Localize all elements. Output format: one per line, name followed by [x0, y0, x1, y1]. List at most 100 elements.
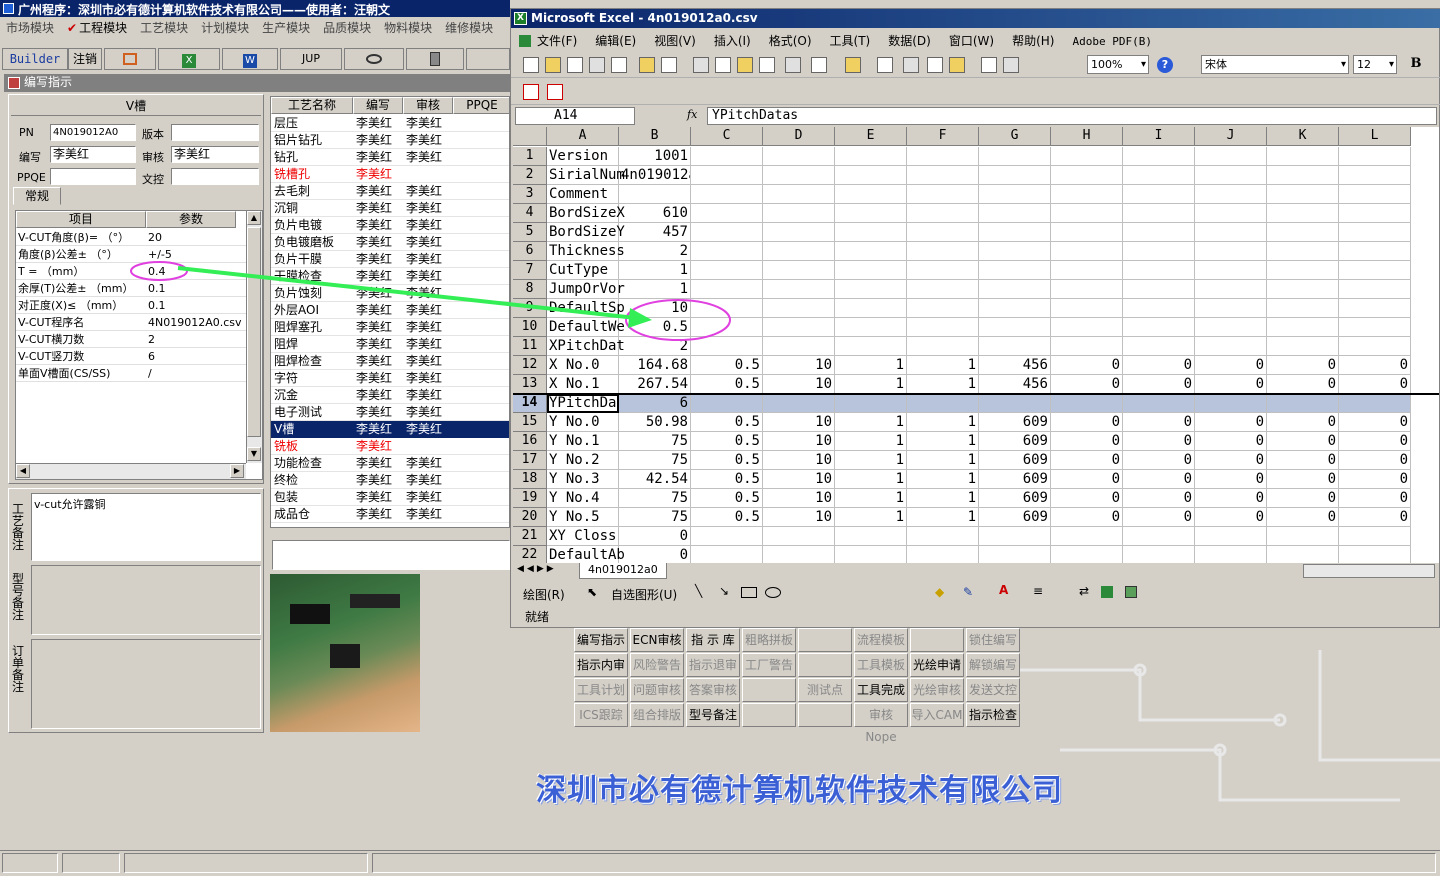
column-header[interactable]: J [1195, 127, 1267, 146]
cell[interactable]: 609 [979, 413, 1051, 432]
cell[interactable] [1051, 204, 1123, 223]
row-header[interactable]: 4 [513, 204, 547, 223]
cell[interactable] [1339, 242, 1411, 261]
process-row[interactable]: 铣槽孔 李美红 [271, 166, 509, 183]
cell[interactable] [835, 147, 907, 166]
row-header[interactable]: 19 [513, 489, 547, 508]
cell[interactable] [763, 546, 835, 563]
cell[interactable] [763, 261, 835, 280]
cell[interactable] [979, 204, 1051, 223]
cell[interactable]: XPitchDat [547, 337, 625, 356]
process-header-reviewer[interactable]: 审核 [403, 97, 453, 114]
function-button[interactable]: 指示内审 [574, 653, 628, 677]
oval-icon[interactable] [765, 587, 781, 598]
print-icon[interactable] [611, 57, 627, 73]
function-button[interactable] [910, 628, 964, 652]
cell[interactable] [907, 223, 979, 242]
cell[interactable] [691, 261, 763, 280]
cell[interactable] [907, 204, 979, 223]
cell[interactable]: 0.5 [691, 489, 763, 508]
param-scrollbar[interactable]: ▲ ▼ [246, 211, 262, 463]
drawing-icon[interactable] [1003, 57, 1019, 73]
cell[interactable]: 0 [1267, 356, 1339, 375]
cell[interactable]: 0 [1051, 508, 1123, 527]
menu-edit[interactable]: 编辑(E) [595, 34, 636, 48]
cell[interactable] [691, 394, 763, 413]
cell[interactable] [1051, 546, 1123, 563]
cell[interactable] [763, 166, 835, 185]
process-row[interactable]: 沉金 李美红 李美红 [271, 387, 509, 404]
cell[interactable]: 10 [619, 299, 691, 318]
cell[interactable]: 10 [763, 432, 835, 451]
cell[interactable] [1051, 299, 1123, 318]
cell[interactable]: DefaultWe [547, 318, 625, 337]
param-row[interactable]: V-CUT程序名 4N019012A0.csv [16, 314, 246, 331]
database-button[interactable] [406, 48, 464, 70]
menu-process[interactable]: 工艺模块 [140, 21, 188, 35]
cell[interactable] [979, 261, 1051, 280]
scroll-thumb[interactable] [247, 227, 261, 437]
cell[interactable] [979, 527, 1051, 546]
cell[interactable]: 0 [1195, 356, 1267, 375]
cell[interactable] [1267, 527, 1339, 546]
cell[interactable]: 0 [1051, 489, 1123, 508]
process-row[interactable]: 铣板 李美红 [271, 438, 509, 455]
cell[interactable] [1123, 337, 1195, 356]
cell[interactable]: 164.68 [619, 356, 691, 375]
cell[interactable]: 1 [907, 432, 979, 451]
cell[interactable] [979, 280, 1051, 299]
scroll-down-icon[interactable]: ▼ [247, 447, 261, 461]
cell[interactable]: 609 [979, 508, 1051, 527]
line-style-icon[interactable]: ≡ [1033, 584, 1043, 598]
cell[interactable] [1267, 280, 1339, 299]
param-hscrollbar[interactable]: ◀ ▶ [16, 463, 246, 479]
cell[interactable] [1195, 147, 1267, 166]
new-icon[interactable] [523, 57, 539, 73]
cell[interactable]: 0 [1051, 375, 1123, 394]
cell[interactable] [835, 166, 907, 185]
cell[interactable] [763, 394, 835, 413]
cell[interactable]: 456 [979, 356, 1051, 375]
process-row[interactable]: 功能检查 李美红 李美红 [271, 455, 509, 472]
reviewer-field[interactable]: 李美红 [171, 146, 259, 163]
process-row[interactable]: 外层AOI 李美红 李美红 [271, 302, 509, 319]
cell[interactable]: 0 [1339, 489, 1411, 508]
tool-button-1[interactable] [104, 48, 156, 70]
scroll-up-icon[interactable]: ▲ [247, 211, 261, 225]
cell[interactable] [1123, 546, 1195, 563]
cell[interactable]: 0 [1339, 413, 1411, 432]
font-combo[interactable]: 宋体 [1201, 55, 1349, 74]
cell[interactable]: 0 [1123, 432, 1195, 451]
process-row[interactable]: 负片干膜 李美红 李美红 [271, 251, 509, 268]
cell[interactable]: 0 [1123, 451, 1195, 470]
cell[interactable] [1195, 166, 1267, 185]
writer-field[interactable]: 李美红 [50, 146, 136, 163]
param-row[interactable]: 单面V槽面(CS/SS) / [16, 365, 246, 382]
cell[interactable]: 609 [979, 432, 1051, 451]
cell[interactable] [1123, 147, 1195, 166]
cell[interactable] [835, 185, 907, 204]
logout-button[interactable]: 注销 [68, 48, 102, 70]
process-row[interactable]: 负电镀磨板 李美红 李美红 [271, 234, 509, 251]
menu-insert[interactable]: 插入(I) [714, 34, 751, 48]
menu-quality[interactable]: 品质模块 [323, 21, 371, 35]
cell[interactable]: 1 [835, 508, 907, 527]
cell[interactable] [907, 394, 979, 413]
process-row[interactable]: 铝片钻孔 李美红 李美红 [271, 132, 509, 149]
function-button[interactable]: 风险警告 [630, 653, 684, 677]
process-header-ppqe[interactable]: PPQE [453, 97, 509, 114]
process-row[interactable]: 干膜检查 李美红 李美红 [271, 268, 509, 285]
cell[interactable]: 1 [907, 489, 979, 508]
cell[interactable]: 0 [1339, 432, 1411, 451]
param-row[interactable]: 对正度(X)≤ （mm） 0.1 [16, 297, 246, 314]
cell[interactable]: 609 [979, 489, 1051, 508]
cell[interactable]: 75 [619, 508, 691, 527]
formula-input[interactable]: YPitchDatas [707, 107, 1437, 125]
pdf-email-icon[interactable] [547, 84, 563, 100]
param-row[interactable]: 角度(β)公差± （°） +/-5 [16, 246, 246, 263]
cell[interactable] [763, 185, 835, 204]
function-button[interactable] [742, 703, 796, 727]
select-objects-icon[interactable]: ⬉ [587, 585, 597, 599]
column-header[interactable]: K [1267, 127, 1339, 146]
cell[interactable] [1267, 261, 1339, 280]
